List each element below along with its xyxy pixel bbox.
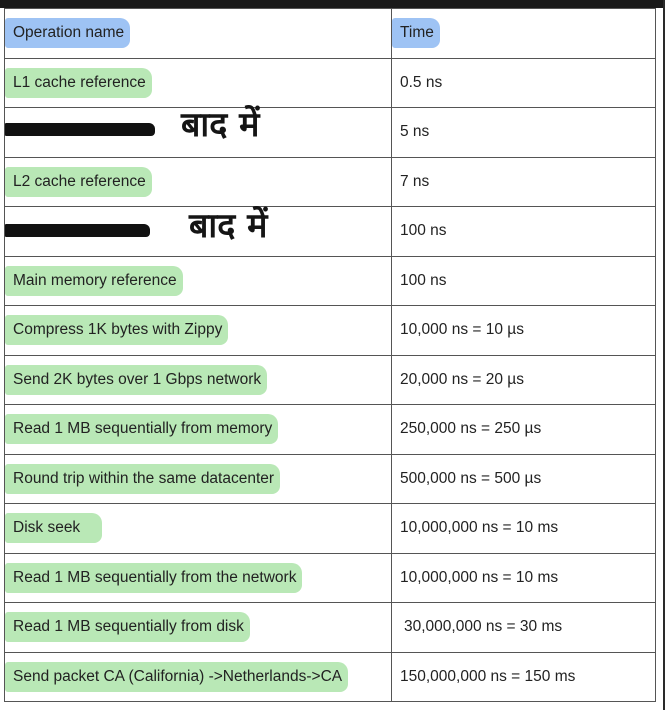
operation-label: L2 cache reference <box>5 166 152 197</box>
table-header-row: Operation name Time <box>4 8 656 59</box>
table-row: Send packet CA (California) ->Netherland… <box>4 651 656 702</box>
time-value: 100 ns <box>400 271 447 289</box>
operation-cell: Read 1 MB sequentially from memory <box>4 404 392 455</box>
top-border-strip <box>0 0 665 8</box>
table-row: L1 cache reference 0.5 ns <box>4 57 656 108</box>
time-cell: 10,000,000 ns = 10 ms <box>391 552 656 603</box>
table-row-redacted: बाद में 5 ns <box>4 105 656 158</box>
operation-label: L1 cache reference <box>5 67 152 98</box>
time-value: 5 ns <box>400 123 430 141</box>
time-value: 7 ns <box>400 172 430 190</box>
table-row: Round trip within the same datacenter 50… <box>4 453 656 504</box>
time-cell: 0.5 ns <box>391 57 656 108</box>
time-cell: 10,000 ns = 10 µs <box>391 305 656 356</box>
operation-cell: Disk seek <box>4 503 392 554</box>
time-cell: 100 ns <box>391 206 656 257</box>
operation-label: Send packet CA (California) ->Netherland… <box>5 661 349 692</box>
redaction-mark <box>5 224 150 237</box>
operation-cell-redacted: बाद में <box>4 105 392 158</box>
latency-table: Operation name Time L1 cache reference 0… <box>4 8 656 702</box>
operation-label: Read 1 MB sequentially from memory <box>5 414 279 445</box>
operation-label: Send 2K bytes over 1 Gbps network <box>5 364 268 395</box>
table-row: L2 cache reference 7 ns <box>4 156 656 207</box>
table-row: Send 2K bytes over 1 Gbps network 20,000… <box>4 354 656 405</box>
time-value: 100 ns <box>400 222 447 240</box>
time-value: 250,000 ns = 250 µs <box>400 420 542 438</box>
header-operation-label: Operation name <box>5 18 131 49</box>
time-cell: 150,000,000 ns = 150 ms <box>391 651 656 702</box>
table-row: Read 1 MB sequentially from memory 250,0… <box>4 404 656 455</box>
time-value: 30,000,000 ns = 30 ms <box>404 618 563 636</box>
time-value: 0.5 ns <box>400 73 443 91</box>
time-value: 10,000,000 ns = 10 ms <box>400 519 559 537</box>
operation-cell-redacted: बाद में <box>4 206 392 257</box>
operation-label: Main memory reference <box>5 265 183 296</box>
operation-label: Disk seek <box>5 513 103 544</box>
time-cell: 250,000 ns = 250 µs <box>391 404 656 455</box>
header-time-label: Time <box>392 18 440 49</box>
operation-cell: L2 cache reference <box>4 156 392 207</box>
time-value: 10,000,000 ns = 10 ms <box>400 568 559 586</box>
time-cell: 20,000 ns = 20 µs <box>391 354 656 405</box>
operation-label: Read 1 MB sequentially from disk <box>5 612 250 643</box>
handwritten-note: बाद में <box>189 206 268 246</box>
operation-label: Read 1 MB sequentially from the network <box>5 562 303 593</box>
handwritten-note: बाद में <box>181 105 260 145</box>
table-row: Read 1 MB sequentially from the network … <box>4 552 656 603</box>
table-row: Read 1 MB sequentially from disk 30,000,… <box>4 602 656 653</box>
table-row: Main memory reference 100 ns <box>4 255 656 306</box>
table-row-redacted: बाद में 100 ns <box>4 206 656 257</box>
table-row: Disk seek 10,000,000 ns = 10 ms <box>4 503 656 554</box>
operation-label: Compress 1K bytes with Zippy <box>5 315 229 346</box>
operation-cell: Round trip within the same datacenter <box>4 453 392 504</box>
operation-cell: L1 cache reference <box>4 57 392 108</box>
time-cell: 10,000,000 ns = 10 ms <box>391 503 656 554</box>
operation-cell: Compress 1K bytes with Zippy <box>4 305 392 356</box>
operation-cell: Read 1 MB sequentially from the network <box>4 552 392 603</box>
time-cell: 30,000,000 ns = 30 ms <box>391 602 656 653</box>
time-cell: 5 ns <box>391 107 656 158</box>
operation-cell: Main memory reference <box>4 255 392 306</box>
time-cell: 500,000 ns = 500 µs <box>391 453 656 504</box>
redaction-mark <box>5 123 155 136</box>
time-value: 150,000,000 ns = 150 ms <box>400 667 576 685</box>
time-value: 10,000 ns = 10 µs <box>400 321 524 339</box>
time-value: 500,000 ns = 500 µs <box>400 469 542 487</box>
header-cell-time: Time <box>391 8 656 59</box>
operation-cell: Send 2K bytes over 1 Gbps network <box>4 354 392 405</box>
operation-label: Round trip within the same datacenter <box>5 463 281 494</box>
time-value: 20,000 ns = 20 µs <box>400 370 524 388</box>
time-cell: 7 ns <box>391 156 656 207</box>
time-cell: 100 ns <box>391 255 656 306</box>
table-row: Compress 1K bytes with Zippy 10,000 ns =… <box>4 305 656 356</box>
operation-cell: Send packet CA (California) ->Netherland… <box>4 651 392 702</box>
operation-cell: Read 1 MB sequentially from disk <box>4 602 392 653</box>
header-cell-operation: Operation name <box>4 8 392 59</box>
